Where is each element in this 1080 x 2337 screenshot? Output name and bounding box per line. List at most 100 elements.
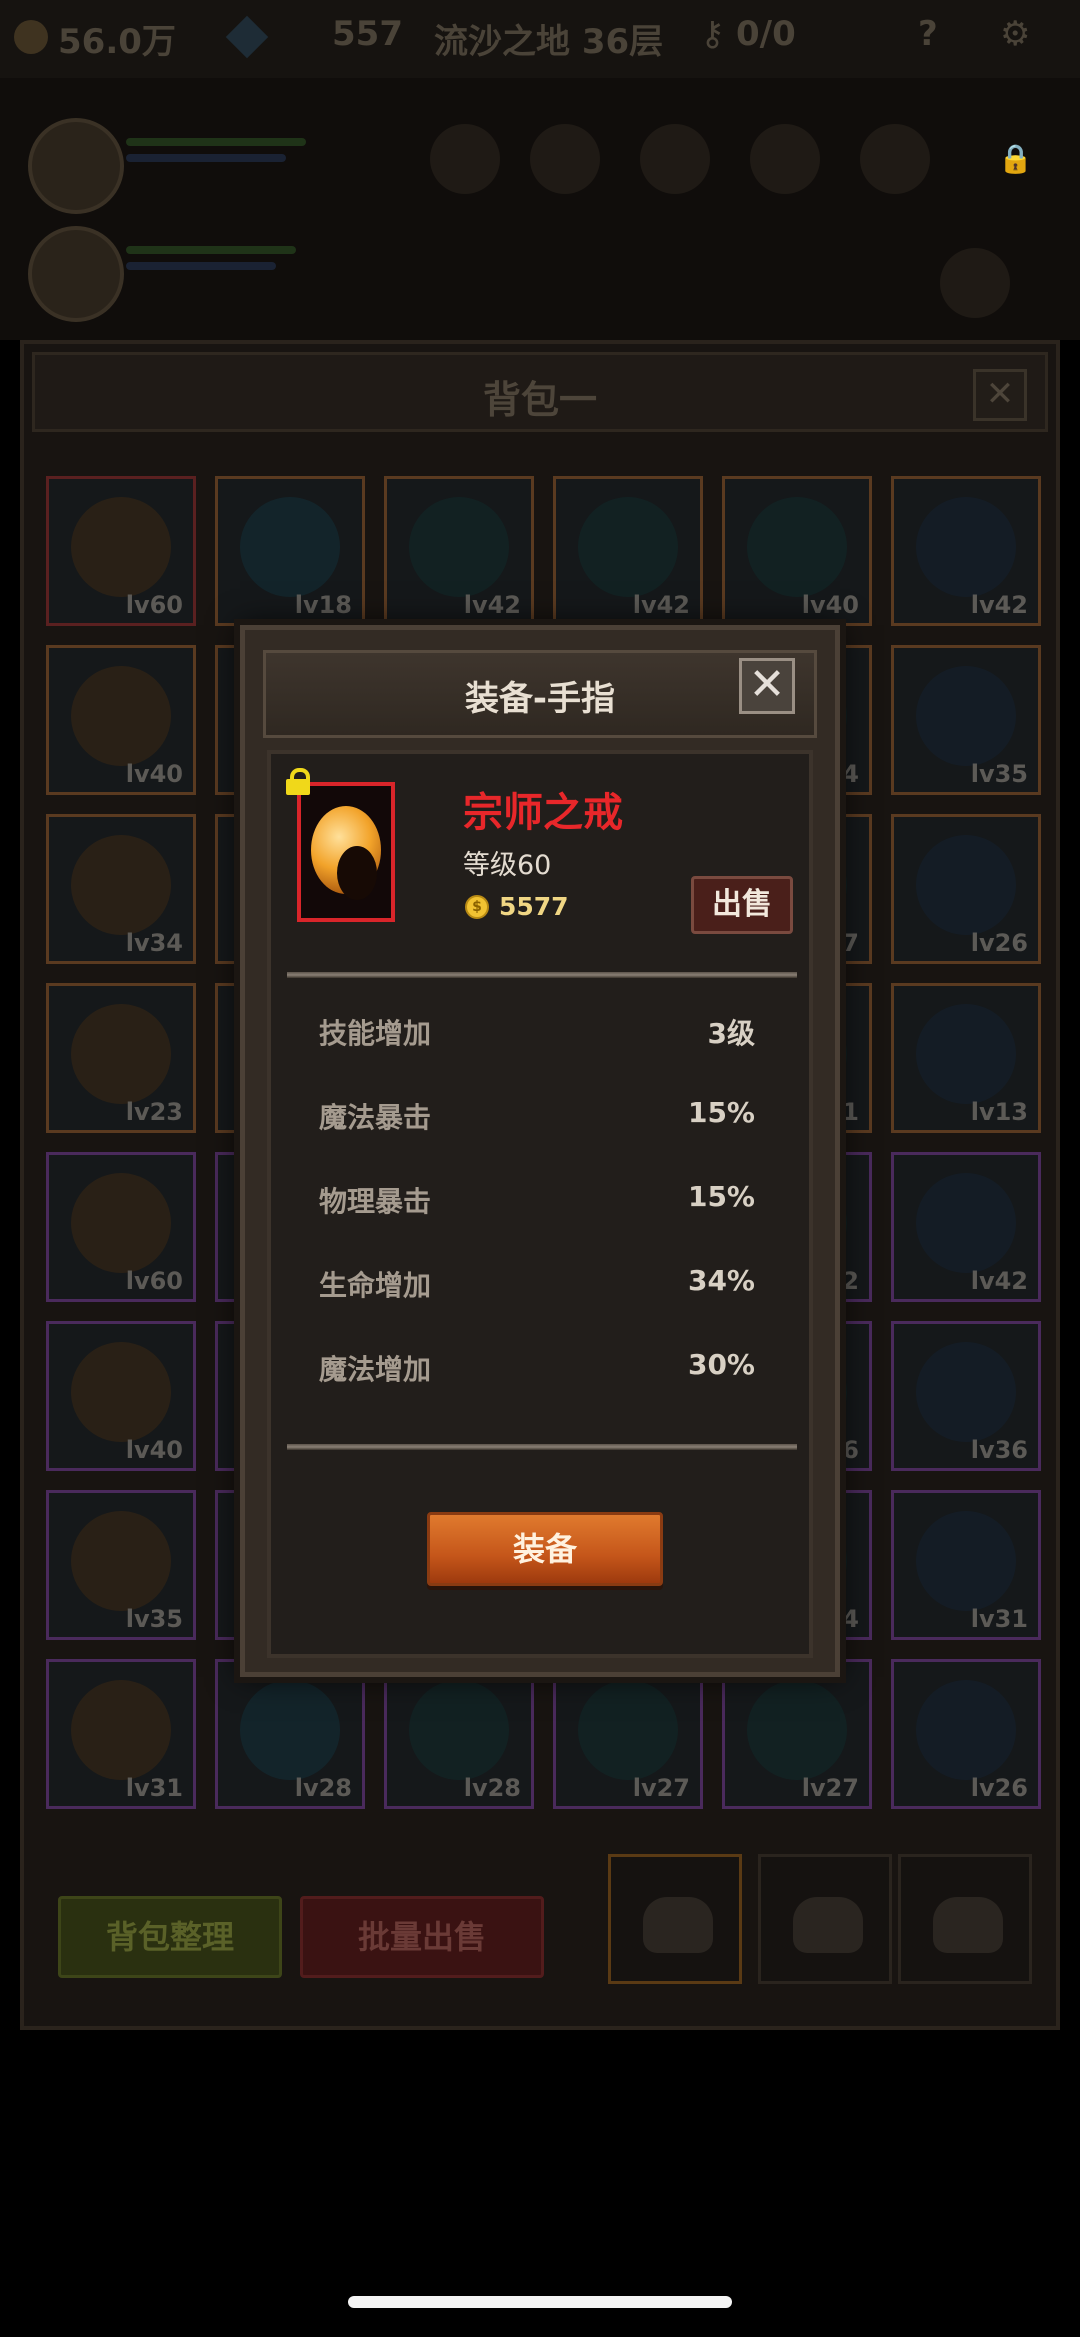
item-level: 等级60 [463, 850, 552, 881]
item-icon [71, 1511, 171, 1611]
inventory-slot[interactable]: lv35 [891, 645, 1041, 795]
slot-level: lv36 [970, 1436, 1028, 1464]
inventory-slot[interactable]: lv34 [46, 814, 196, 964]
hero-mp-bar [126, 154, 286, 162]
slot-level: lv42 [970, 591, 1028, 619]
slot-level: lv35 [970, 760, 1028, 788]
pouch-icon [793, 1897, 863, 1953]
slot-level: lv26 [970, 1774, 1028, 1802]
stat-name: 技能增加 [319, 1017, 432, 1050]
item-detail-dialog: 装备-手指 ✕ 宗师之戒 等级60 $ 5577 出售 技能增加 3级 魔法暴击… [240, 625, 840, 1677]
hero-portrait[interactable] [28, 226, 124, 322]
inventory-slot[interactable]: lv36 [891, 1321, 1041, 1471]
inventory-slot[interactable]: lv60 [46, 1152, 196, 1302]
gold-amount: 56.0万 [58, 22, 176, 62]
hero-portrait[interactable] [28, 118, 124, 214]
slot-level: 1 [842, 1098, 859, 1126]
home-indicator[interactable] [348, 2296, 732, 2308]
gem-amount: 557 [332, 14, 403, 54]
slot-level: lv34 [125, 929, 183, 957]
item-name: 宗师之戒 [463, 790, 623, 836]
inventory-slot[interactable]: lv27 [722, 1659, 872, 1809]
item-icon [71, 1173, 171, 1273]
inventory-slot[interactable]: lv31 [891, 1490, 1041, 1640]
item-icon [240, 1680, 340, 1780]
equip-slot[interactable] [750, 124, 820, 194]
inventory-slot[interactable]: lv28 [215, 1659, 365, 1809]
dialog-title: 装备-手指 [464, 679, 616, 719]
item-icon [916, 1680, 1016, 1780]
gem-icon [225, 15, 269, 59]
inventory-slot[interactable]: lv42 [891, 476, 1041, 626]
inventory-slot[interactable]: lv13 [891, 983, 1041, 1133]
slot-level: lv35 [125, 1605, 183, 1633]
item-icon-frame [297, 782, 395, 922]
slot-level: lv31 [970, 1605, 1028, 1633]
inventory-slot[interactable]: lv23 [46, 983, 196, 1133]
item-icon [916, 1004, 1016, 1104]
inventory-slot[interactable]: lv31 [46, 1659, 196, 1809]
bag-tab-2[interactable] [758, 1854, 892, 1984]
bag-title: 背包一 [482, 378, 597, 422]
sort-bag-button[interactable]: 背包整理 [58, 1896, 282, 1978]
inventory-slot[interactable]: lv40 [722, 476, 872, 626]
inventory-slot[interactable]: lv40 [46, 645, 196, 795]
hero-mp-bar [126, 262, 276, 270]
item-icon [71, 497, 171, 597]
equip-slot[interactable] [640, 124, 710, 194]
equip-slot[interactable] [530, 124, 600, 194]
bag-tab-3[interactable] [898, 1854, 1032, 1984]
inventory-slot[interactable]: lv28 [384, 1659, 534, 1809]
slot-level: lv40 [125, 1436, 183, 1464]
equip-slot[interactable] [940, 248, 1010, 318]
bag-tab-1[interactable] [608, 1854, 742, 1984]
equip-slot[interactable] [430, 124, 500, 194]
equip-slot[interactable] [860, 124, 930, 194]
close-icon[interactable]: ✕ [973, 369, 1027, 421]
coin-icon: $ [465, 895, 489, 919]
slot-level: lv18 [294, 591, 352, 619]
key-count: 0/0 [736, 14, 796, 54]
slot-level: lv23 [125, 1098, 183, 1126]
stat-value: 34% [687, 1264, 755, 1297]
inventory-slot[interactable]: lv18 [215, 476, 365, 626]
inventory-slot[interactable]: lv26 [891, 814, 1041, 964]
inventory-slot[interactable]: lv40 [46, 1321, 196, 1471]
location-label: 流沙之地 36层 [434, 22, 664, 62]
item-price: 5577 [499, 892, 569, 921]
inventory-slot[interactable]: lv42 [891, 1152, 1041, 1302]
bulk-sell-button[interactable]: 批量出售 [300, 1896, 544, 1978]
item-icon [747, 497, 847, 597]
item-icon [916, 835, 1016, 935]
stat-name: 魔法增加 [319, 1353, 432, 1386]
inventory-slot[interactable]: lv42 [553, 476, 703, 626]
slot-level: lv27 [801, 1774, 859, 1802]
stat-row: 生命增加 34% [319, 1256, 755, 1306]
bag-header: 背包一 ✕ [32, 352, 1048, 432]
inventory-slot[interactable]: lv27 [553, 1659, 703, 1809]
equip-button[interactable]: 装备 [427, 1512, 663, 1586]
close-icon[interactable]: ✕ [739, 658, 795, 714]
sell-button[interactable]: 出售 [691, 876, 793, 934]
stat-row: 技能增加 3级 [319, 1004, 755, 1054]
stat-name: 生命增加 [319, 1269, 432, 1302]
stat-row: 魔法增加 30% [319, 1340, 755, 1390]
lock-icon[interactable] [285, 768, 311, 795]
item-icon [578, 497, 678, 597]
stat-name: 物理暴击 [319, 1185, 432, 1218]
gear-icon[interactable]: ⚙ [1000, 14, 1030, 54]
item-icon [71, 835, 171, 935]
gold-coin-icon [14, 20, 48, 54]
inventory-slot[interactable]: lv35 [46, 1490, 196, 1640]
item-icon [747, 1680, 847, 1780]
slot-level: lv40 [125, 760, 183, 788]
item-icon [409, 1680, 509, 1780]
item-icon [916, 666, 1016, 766]
inventory-slot[interactable]: lv26 [891, 1659, 1041, 1809]
question-icon[interactable]: ? [918, 14, 938, 54]
inventory-slot[interactable]: lv42 [384, 476, 534, 626]
inventory-slot[interactable]: lv60 [46, 476, 196, 626]
item-icon [71, 1680, 171, 1780]
slot-level: lv27 [632, 1774, 690, 1802]
slot-level: lv60 [125, 591, 183, 619]
